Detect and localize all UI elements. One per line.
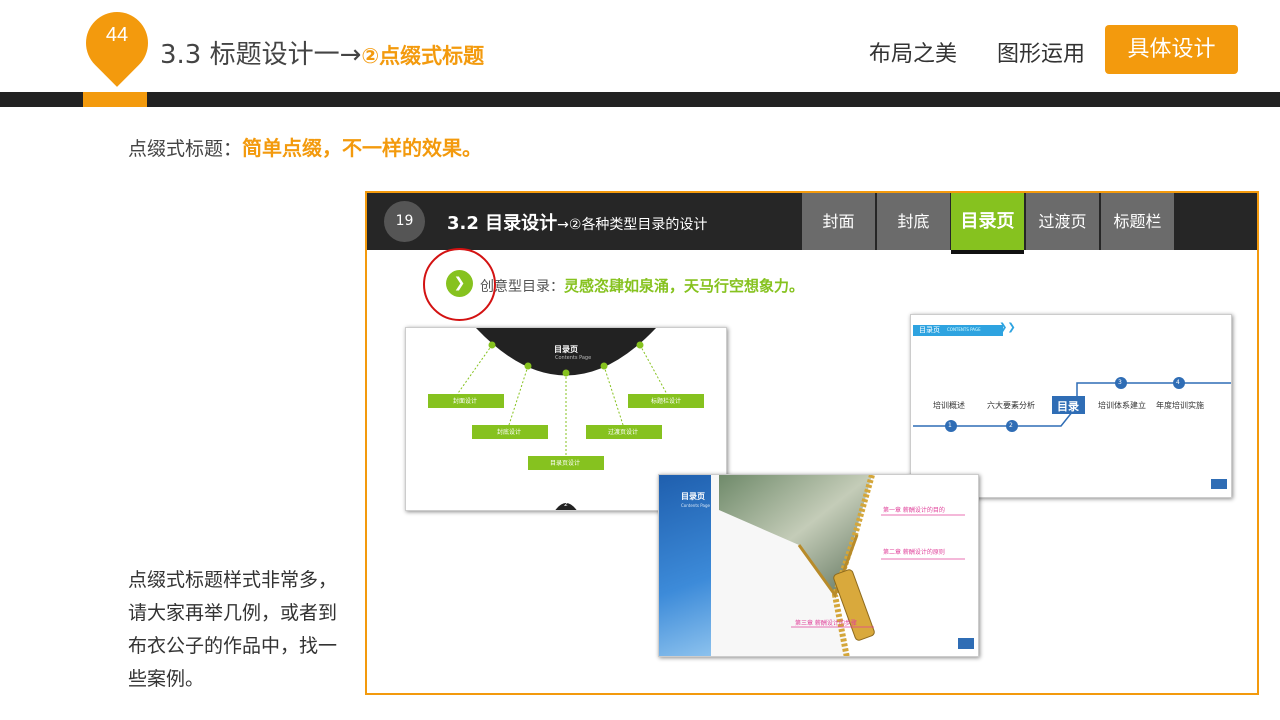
slide-lead-highlight: 灵感恣肆如泉涌，天马行空想象力。 [564,277,805,295]
thumb2-center: 目录 [1057,400,1079,413]
slide-tab-title-bar[interactable]: 标题栏 [1101,193,1174,250]
example-slide: 19 3.2 目录设计→②各种类型目录的设计 封面 封底 目录页 过渡页 标题栏… [365,191,1259,695]
page-title-main: 3.3 标题设计一→ [160,40,362,70]
thumb3-chapter-1: 第一章 薪酬设计的目的 [883,507,945,514]
slide-tab-transition[interactable]: 过渡页 [1026,193,1099,250]
thumb1-subtitle: Contents Page [555,355,592,361]
slide-tab-back-cover[interactable]: 封底 [877,193,950,250]
slide-lead-text: 创意型目录：灵感恣肆如泉涌，天马行空想象力。 [480,275,804,296]
nav-item-design-active[interactable]: 具体设计 [1105,25,1238,74]
thumb2-item-1: 培训概述 [933,401,965,410]
thumb1-item-contents: 目录页设计 [550,460,581,467]
thumb1-title: 目录页 [554,345,578,354]
slide-tab-contents[interactable]: 目录页 [951,193,1024,254]
thumb3-chapter-3: 第三章 薪酬设计的步骤 [795,620,857,627]
slide-title: 3.2 目录设计→②各种类型目录的设计 [447,209,707,235]
nav-item-layout[interactable]: 布局之美 [869,36,957,68]
side-note: 点缀式标题样式非常多，请大家再举几例，或者到布衣公子的作品中，找一些案例。 [128,569,338,690]
thumb2-item-4: 年度培训实施 [1156,401,1204,410]
thumb1-item-transition: 过渡页设计 [608,429,639,436]
thumb3-chapter-2: 第二章 薪酬设计的原则 [883,549,945,556]
slide-tab-cover[interactable]: 封面 [802,193,875,250]
header-divider-bar [0,92,1280,107]
slide-lead-label: 创意型目录： [480,279,564,295]
page-title: 3.3 标题设计一→②点缀式标题 [160,34,484,71]
thumb2-num-2: 2 [1009,422,1013,429]
thumbnail-zipper-contents: 目录页 Contents Page 第一章 薪酬设计的目的 第二章 薪酬设计的原… [658,474,979,657]
thumb1-item-back: 封底设计 [497,429,522,436]
zipper-graphic [711,475,974,656]
header: 44 3.3 标题设计一→②点缀式标题 布局之美 图形运用 具体设计 [0,0,1280,92]
thumb1-item-cover: 封面设计 [453,398,478,405]
slide-header-bar: 19 3.2 目录设计→②各种类型目录的设计 封面 封底 目录页 过渡页 标题栏 [367,193,1257,254]
nav-item-graphics[interactable]: 图形运用 [997,36,1085,68]
thumb2-item-2: 六大要素分析 [987,401,1035,410]
slide-title-sub: →②各种类型目录的设计 [557,217,708,233]
page-number: 44 [105,24,129,46]
page-title-sub: ②点缀式标题 [361,44,485,68]
subtitle-label: 点缀式标题： [128,138,243,160]
thumb2-num-1: 1 [948,422,952,429]
thumb1-page: 2 [564,501,568,508]
thumb1-item-titlebar: 标题栏设计 [651,398,682,405]
thumb2-num-3: 3 [1118,379,1122,386]
thumbnail-timeline-contents: 目录页 CONTENTS PAGE ❯❯ 1 2 3 4 培训概述 六大要素分析… [910,314,1232,498]
section-subtitle: 点缀式标题：简单点缀，不一样的效果。 [128,132,482,161]
thumb2-num-4: 4 [1176,379,1180,386]
slide-title-main: 3.2 目录设计 [447,213,558,234]
thumb2-item-3: 培训体系建立 [1098,401,1146,410]
header-divider-accent [83,92,147,107]
slide-page-badge: 19 [384,201,425,242]
subtitle-highlight: 简单点缀，不一样的效果。 [242,136,483,160]
